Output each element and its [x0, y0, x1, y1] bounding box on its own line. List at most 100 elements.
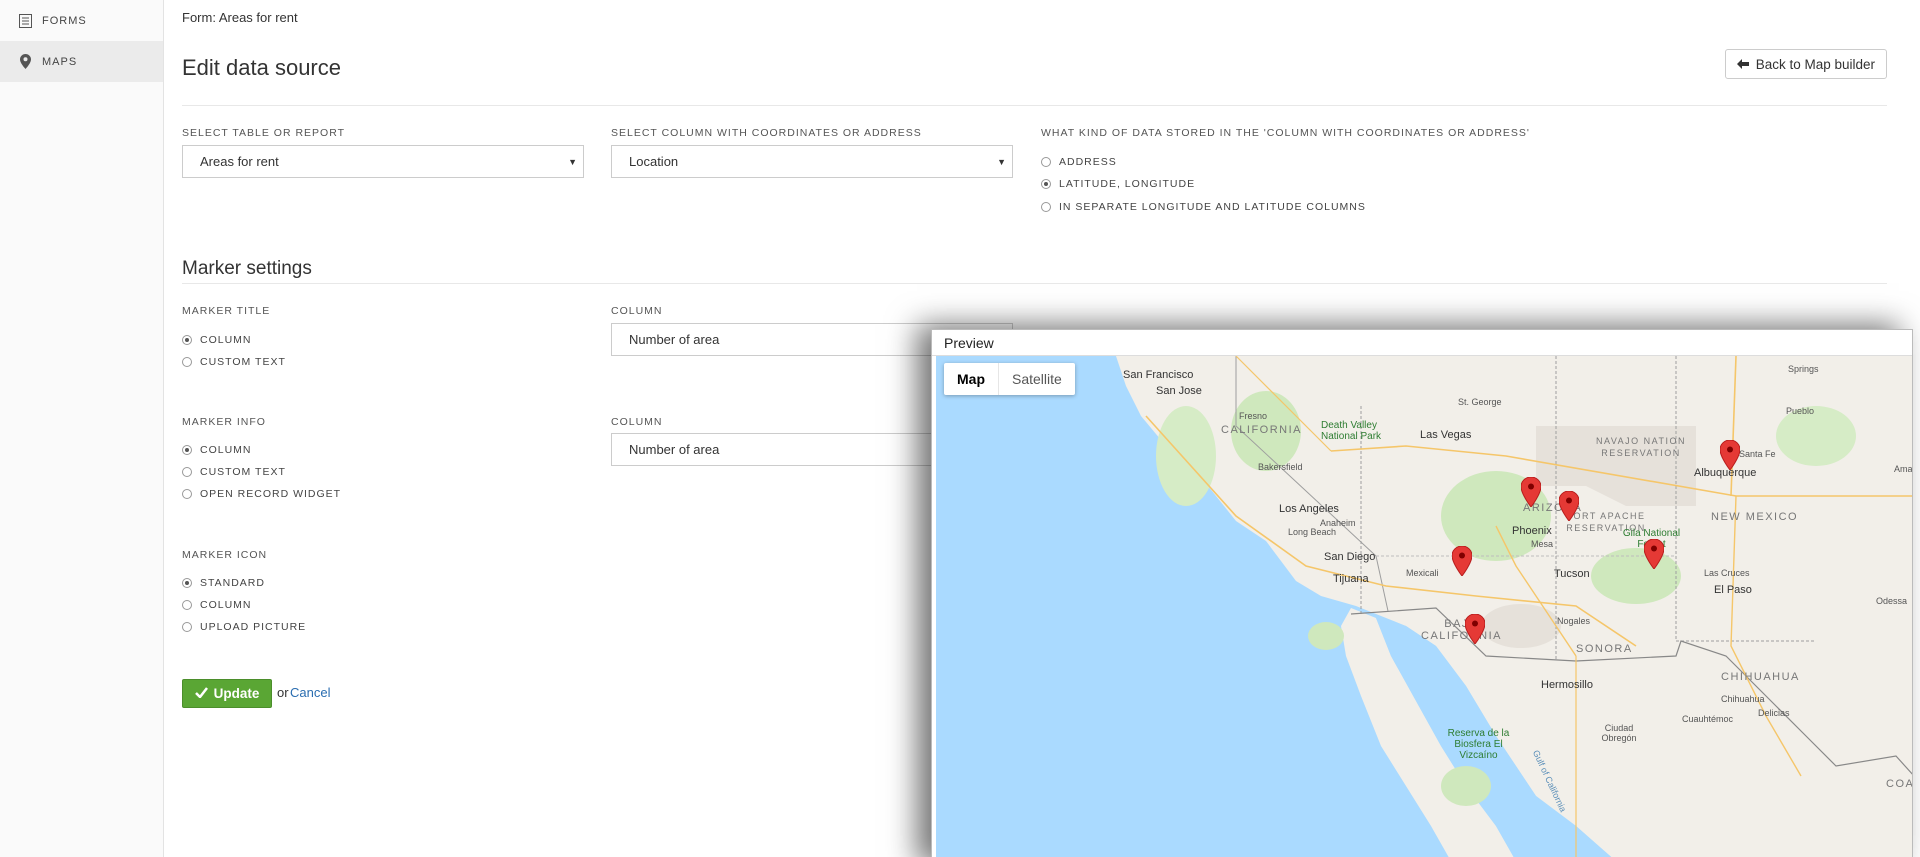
divider: [182, 283, 1887, 284]
map-label: Odessa: [1876, 596, 1908, 606]
map-view-button[interactable]: Map: [944, 363, 999, 395]
radio-icon-column[interactable]: COLUMN: [182, 599, 252, 611]
map-label: SONORA: [1576, 643, 1633, 655]
caret-down-icon: ▼: [997, 157, 1006, 167]
preview-panel: Preview Map Satellite San Francisco San …: [931, 329, 1913, 857]
radio-button[interactable]: [182, 600, 192, 610]
radio-button[interactable]: [1041, 202, 1051, 212]
breadcrumb: Form: Areas for rent: [182, 10, 298, 25]
radio-button[interactable]: [182, 445, 192, 455]
map-label: Death Valley National Park: [1321, 420, 1382, 442]
sidebar-item-forms[interactable]: FORMS: [0, 0, 163, 41]
marker-title-label: MARKER TITLE: [182, 305, 271, 317]
map-marker-icon[interactable]: [1559, 491, 1579, 521]
map-label: Tijuana: [1333, 573, 1369, 585]
map-label: San Francisco: [1123, 369, 1194, 381]
info-column-label: COLUMN: [611, 416, 663, 428]
map-label: Ciudad Obregón: [1601, 723, 1637, 743]
radio-button[interactable]: [182, 467, 192, 477]
title-column-value: Number of area: [629, 332, 720, 347]
map-marker-icon[interactable]: [1465, 614, 1485, 644]
radio-info-custom-text[interactable]: CUSTOM TEXT: [182, 466, 286, 478]
radio-title-custom-text[interactable]: CUSTOM TEXT: [182, 356, 286, 368]
map-label: Chihuahua: [1721, 694, 1765, 704]
sidebar-item-label: MAPS: [42, 55, 78, 68]
map-marker-icon[interactable]: [1720, 440, 1740, 470]
map-label: Hermosillo: [1541, 679, 1593, 691]
sidebar-item-maps[interactable]: MAPS: [0, 41, 163, 82]
column-select-label: SELECT COLUMN WITH COORDINATES OR ADDRES…: [611, 127, 922, 139]
data-kind-label: WHAT KIND OF DATA STORED IN THE 'COLUMN …: [1041, 127, 1530, 139]
preview-title: Preview: [932, 330, 1912, 356]
back-button-label: Back to Map builder: [1755, 56, 1875, 72]
map-pin-icon: [18, 54, 32, 70]
radio-title-column[interactable]: COLUMN: [182, 334, 252, 346]
map-label: Phoenix: [1512, 525, 1552, 537]
title-column-label: COLUMN: [611, 305, 663, 317]
radio-info-column[interactable]: COLUMN: [182, 444, 252, 456]
map-label: Cuauhtémoc: [1682, 714, 1734, 724]
update-button-label: Update: [213, 686, 260, 701]
radio-label: ADDRESS: [1059, 156, 1117, 168]
map-label: Amar: [1894, 464, 1912, 474]
radio-button[interactable]: [182, 357, 192, 367]
map-label: St. George: [1458, 397, 1502, 407]
radio-kind-lat-long[interactable]: LATITUDE, LONGITUDE: [1041, 178, 1195, 190]
radio-info-open-record-widget[interactable]: OPEN RECORD WIDGET: [182, 488, 341, 500]
map-label: Springs: [1788, 364, 1819, 374]
update-button[interactable]: Update: [182, 679, 272, 708]
marker-settings-title: Marker settings: [182, 258, 312, 279]
page-title: Edit data source: [182, 55, 341, 80]
radio-button[interactable]: [182, 335, 192, 345]
radio-button[interactable]: [182, 622, 192, 632]
radio-label: STANDARD: [200, 577, 265, 589]
map-label: NEW MEXICO: [1711, 511, 1799, 523]
satellite-view-button[interactable]: Satellite: [999, 363, 1075, 395]
map-label: Los Angeles: [1279, 503, 1339, 515]
forms-icon: [18, 13, 32, 29]
column-select[interactable]: Location ▼: [611, 145, 1013, 178]
map-label: San Diego: [1324, 551, 1376, 563]
map-label: San Jose: [1156, 385, 1202, 397]
map-marker-icon[interactable]: [1521, 477, 1541, 507]
map-label: Delicias: [1758, 708, 1790, 718]
radio-label: COLUMN: [200, 334, 252, 346]
map-label: NAVAJO NATION RESERVATION: [1595, 436, 1686, 458]
radio-button[interactable]: [182, 489, 192, 499]
map-label: El Paso: [1714, 584, 1752, 596]
radio-button[interactable]: [1041, 179, 1051, 189]
sidebar: FORMS MAPS: [0, 0, 164, 857]
radio-icon-upload-picture[interactable]: UPLOAD PICTURE: [182, 621, 306, 633]
radio-kind-address[interactable]: ADDRESS: [1041, 156, 1117, 168]
map-label: Mesa: [1531, 539, 1554, 549]
radio-label: COLUMN: [200, 444, 252, 456]
map-label: CALIFORNIA: [1221, 424, 1303, 436]
radio-button[interactable]: [182, 578, 192, 588]
or-text: or: [277, 685, 289, 700]
map-label: Mexicali: [1406, 568, 1439, 578]
marker-info-label: MARKER INFO: [182, 416, 266, 428]
map-label: Santa Fe: [1739, 449, 1776, 459]
map-label: Long Beach: [1288, 527, 1337, 537]
caret-down-icon: ▼: [568, 157, 577, 167]
table-select-label: SELECT TABLE OR REPORT: [182, 127, 346, 139]
radio-label: CUSTOM TEXT: [200, 356, 286, 368]
map-marker-icon[interactable]: [1644, 539, 1664, 569]
radio-button[interactable]: [1041, 157, 1051, 167]
map-label: Tucson: [1554, 568, 1590, 580]
radio-label: IN SEPARATE LONGITUDE AND LATITUDE COLUM…: [1059, 201, 1366, 213]
radio-label: LATITUDE, LONGITUDE: [1059, 178, 1196, 190]
preview-map[interactable]: Map Satellite San Francisco San Jose Fre…: [936, 356, 1912, 857]
radio-icon-standard[interactable]: STANDARD: [182, 577, 265, 589]
table-select[interactable]: Areas for rent ▼: [182, 145, 584, 178]
map-marker-icon[interactable]: [1452, 546, 1472, 576]
map-label: Reserva de la Biosfera El Vizcaíno: [1447, 728, 1510, 761]
marker-icon-label: MARKER ICON: [182, 549, 268, 561]
map-label: Bakersfield: [1258, 462, 1303, 472]
cancel-link[interactable]: Cancel: [290, 685, 330, 700]
radio-label: CUSTOM TEXT: [200, 466, 286, 478]
radio-kind-separate-columns[interactable]: IN SEPARATE LONGITUDE AND LATITUDE COLUM…: [1041, 201, 1366, 213]
radio-label: OPEN RECORD WIDGET: [200, 488, 342, 500]
back-to-map-builder-button[interactable]: Back to Map builder: [1724, 49, 1887, 79]
table-select-value: Areas for rent: [200, 154, 279, 169]
